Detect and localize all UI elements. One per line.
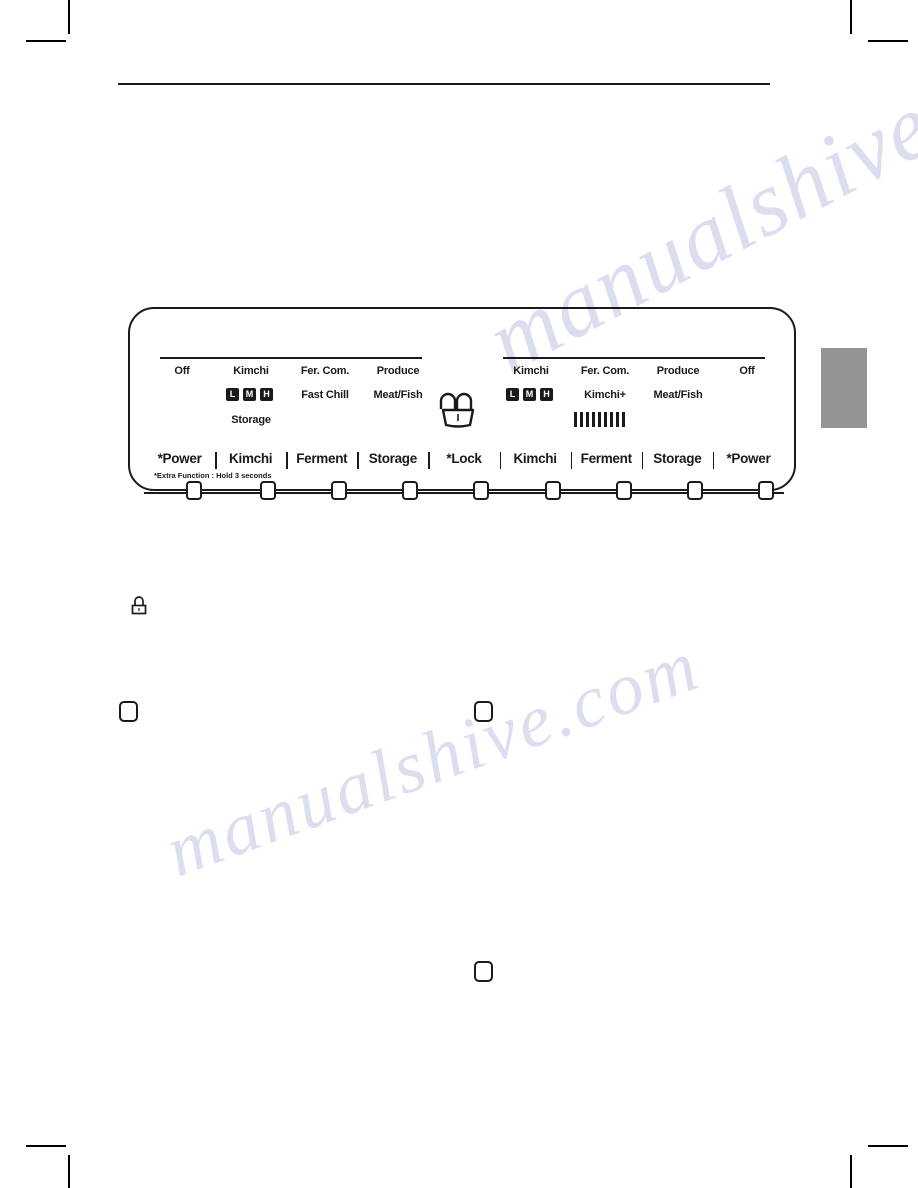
button-label-kimchi-right: Kimchi bbox=[499, 451, 571, 469]
right-display-fer-com: Fer. Com. bbox=[580, 365, 630, 377]
bargraph-segment bbox=[574, 412, 577, 427]
display-rule-right bbox=[503, 357, 765, 359]
button-label-ferment-left: Ferment bbox=[286, 451, 357, 469]
button-pad-kimchi-left[interactable] bbox=[260, 481, 276, 500]
left-display-level-chips: L M H bbox=[226, 388, 273, 401]
level-chip-m-right: M bbox=[523, 388, 536, 401]
button-pad-power-right[interactable] bbox=[758, 481, 774, 500]
button-pad-storage-right[interactable] bbox=[687, 481, 703, 500]
button-pad-row bbox=[144, 481, 784, 503]
level-chip-m-left: M bbox=[243, 388, 256, 401]
left-display-meat-fish: Meat/Fish bbox=[373, 389, 423, 401]
left-display-kimchi: Kimchi bbox=[233, 365, 269, 377]
crop-mark-top-left bbox=[68, 0, 70, 34]
crop-mark-top-right bbox=[850, 0, 852, 34]
left-display-off: Off bbox=[174, 365, 190, 377]
display-rule-left bbox=[160, 357, 422, 359]
padlock-icon bbox=[435, 387, 483, 429]
button-label-strip: *Power Kimchi Ferment Storage *Lock Kimc… bbox=[144, 447, 784, 469]
padlock-callout-icon bbox=[128, 594, 150, 618]
left-display-fast-chill: Fast Chill bbox=[301, 389, 349, 401]
right-display-level-chips: L M H bbox=[506, 388, 553, 401]
left-display-storage: Storage bbox=[231, 414, 271, 426]
bargraph-segment bbox=[610, 412, 613, 427]
bargraph-segment bbox=[598, 412, 601, 427]
bargraph-segment bbox=[592, 412, 595, 427]
left-display-fer-com: Fer. Com. bbox=[300, 365, 350, 377]
crop-mark-right-bottom bbox=[868, 1145, 908, 1147]
button-pad-ferment-left[interactable] bbox=[331, 481, 347, 500]
button-outline-callout-1 bbox=[119, 701, 138, 722]
bargraph-segment bbox=[616, 412, 619, 427]
button-label-storage-left: Storage bbox=[357, 451, 428, 469]
right-display-kimchi: Kimchi bbox=[513, 365, 549, 377]
fermentation-bargraph bbox=[574, 412, 625, 427]
level-chip-h-left: H bbox=[260, 388, 273, 401]
watermark-text-2: manualshive.com bbox=[155, 624, 711, 893]
button-label-storage-right: Storage bbox=[641, 451, 713, 469]
crop-mark-bottom-right bbox=[850, 1155, 852, 1188]
crop-mark-right-top bbox=[868, 40, 908, 42]
left-display-produce: Produce bbox=[376, 365, 420, 377]
bargraph-segment bbox=[604, 412, 607, 427]
bargraph-segment bbox=[622, 412, 625, 427]
level-chip-h-right: H bbox=[540, 388, 553, 401]
button-label-lock: *Lock bbox=[428, 451, 499, 469]
right-display-meat-fish: Meat/Fish bbox=[653, 389, 703, 401]
crop-mark-left-top bbox=[26, 40, 66, 42]
crop-mark-bottom-left bbox=[68, 1155, 70, 1188]
button-pad-kimchi-right[interactable] bbox=[545, 481, 561, 500]
button-pad-power-left[interactable] bbox=[186, 481, 202, 500]
button-label-power-right: *Power bbox=[712, 451, 784, 469]
bargraph-segment bbox=[580, 412, 583, 427]
page-section-tab bbox=[821, 348, 867, 428]
button-label-power-left: *Power bbox=[157, 450, 202, 466]
manual-page: manualshive.com manualshive.com Off Kimc… bbox=[0, 0, 918, 1188]
button-outline-callout-2 bbox=[474, 701, 493, 722]
right-display-off: Off bbox=[739, 365, 755, 377]
button-pad-ferment-right[interactable] bbox=[616, 481, 632, 500]
level-chip-l-left: L bbox=[226, 388, 239, 401]
header-rule bbox=[118, 83, 770, 85]
button-pad-storage-left[interactable] bbox=[402, 481, 418, 500]
crop-mark-left-bottom bbox=[26, 1145, 66, 1147]
bargraph-segment bbox=[586, 412, 589, 427]
right-display-produce: Produce bbox=[656, 365, 700, 377]
level-chip-l-right: L bbox=[506, 388, 519, 401]
button-label-kimchi-left: Kimchi bbox=[215, 451, 286, 469]
button-label-ferment-right: Ferment bbox=[570, 451, 642, 469]
right-display-kimchi-plus: Kimchi+ bbox=[584, 389, 626, 401]
extra-function-footnote: *Extra Function : Hold 3 seconds bbox=[154, 471, 272, 480]
button-outline-callout-3 bbox=[474, 961, 493, 982]
button-pad-lock[interactable] bbox=[473, 481, 489, 500]
control-panel-diagram: Off Kimchi Fer. Com. Produce L M H Fast … bbox=[128, 307, 796, 500]
